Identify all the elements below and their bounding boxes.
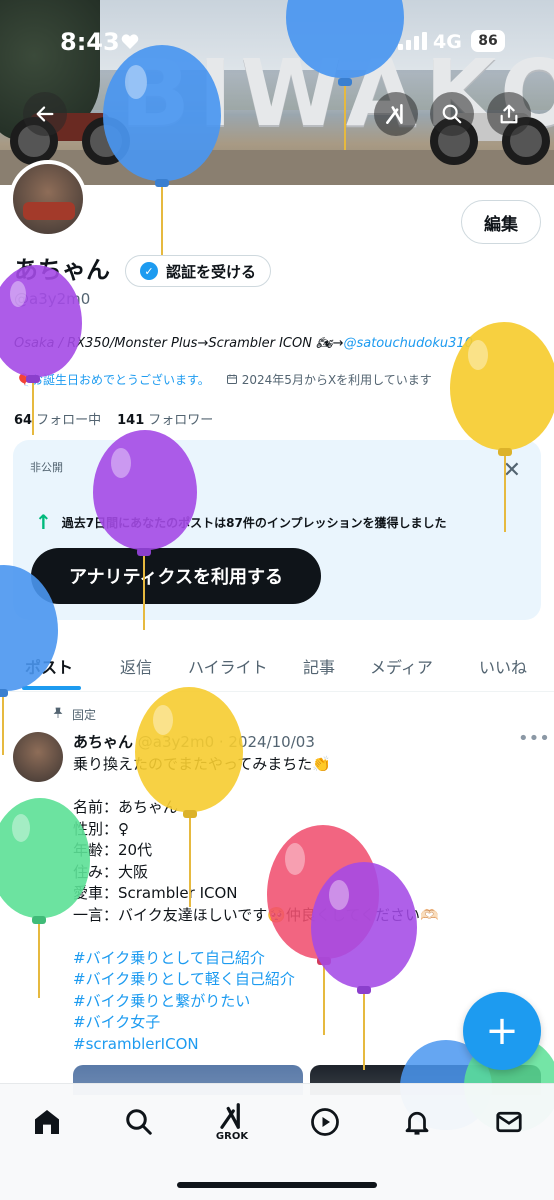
search-button[interactable] [430,92,474,136]
network-type: 4G [433,31,462,53]
use-analytics-button[interactable]: アナリティクスを利用する [31,548,321,604]
hashtag-link[interactable]: #バイク乗りとして自己紹介 [73,948,439,970]
post-line-comment: 一言：バイク友達ほしいです🥺仲良くしてください🫶🏻 [73,905,439,924]
verified-badge-icon: ✓ [140,262,158,280]
nav-home[interactable] [27,1102,67,1142]
tab-posts[interactable]: ポスト [25,640,73,692]
pinned-label: 固定 [72,708,97,722]
active-tab-indicator [22,686,81,690]
follow-stats: 64 フォロー中 141 フォロワー [14,409,213,428]
private-tag: 非公開 [30,461,63,474]
profile-avatar[interactable] [9,160,87,238]
home-icon [35,1110,59,1134]
battery-indicator: 86 [471,30,505,52]
post-line-location: 住み：大阪 [73,862,149,881]
profile-tabs: ポスト 返信 ハイライト 記事 メディア いいね [0,640,554,692]
status-time: 8:43 [60,28,120,56]
plus-icon: + [485,1008,519,1054]
grok-label: GROK [215,1130,249,1142]
nav-messages[interactable] [489,1102,529,1142]
arrow-up-icon: ↑ [35,510,52,534]
hashtag-link[interactable]: #バイク乗りとして軽く自己紹介 [73,969,439,991]
calendar-icon [226,374,237,384]
verify-label: 認証を受ける [166,262,257,281]
play-icon [311,1108,339,1136]
edit-profile-button[interactable]: 編集 [461,200,541,244]
home-indicator [177,1182,377,1188]
share-button[interactable] [487,92,531,136]
post-avatar[interactable] [13,732,63,782]
followers-link[interactable]: 141 フォロワー [117,409,213,428]
joined-text: 2024年5月からXを利用しています [241,373,432,387]
profile-meta: 🎈お誕生日おめでとうございます。 2024年5月からXを利用しています [16,371,432,388]
pinned-indicator: 固定 [52,706,96,723]
followers-label: フォロワー [148,413,214,428]
mail-icon [496,1111,522,1133]
post-body: 乗り換えたのでまたやってみまちた👏 名前：あちゃん 性別：♀ 年齢：20代 住み… [73,754,439,1055]
impressions-stat: ↑ 過去7日間にあなたのポストは87件のインプレッションを獲得しました [35,510,446,534]
birthday-info: 🎈お誕生日おめでとうございます。 [16,373,210,387]
search-icon [442,104,462,124]
hashtag-link[interactable]: #バイク女子 [73,1012,439,1034]
share-icon [500,104,518,124]
more-options-icon[interactable]: ••• [518,728,550,749]
close-icon[interactable]: ✕ [503,458,521,483]
tab-media[interactable]: メディア [370,640,433,692]
joined-info: 2024年5月からXを利用しています [226,371,432,388]
post-header: あちゃん @a3y2m0 · 2024/10/03 [73,731,315,752]
tab-articles[interactable]: 記事 [303,640,335,692]
following-label: フォロー中 [36,413,102,428]
back-arrow-icon [36,106,54,122]
post-line-1: 乗り換えたのでまたやってみまちた👏 [73,755,331,773]
grok-button[interactable] [374,92,418,136]
search-icon [126,1109,152,1135]
following-link[interactable]: 64 フォロー中 [14,409,101,428]
nav-video[interactable] [305,1102,345,1142]
impressions-text: 過去7日間にあなたのポストは87件のインプレッションを獲得しました [61,515,447,530]
following-count: 64 [14,413,33,428]
tab-replies[interactable]: 返信 [120,640,152,692]
post-line-gender: 性別：♀ [73,819,129,838]
back-button[interactable] [23,92,67,136]
bio-text: Osaka / RX350/Monster Plus→Scrambler ICO… [14,336,344,351]
followers-count: 141 [117,413,145,428]
analytics-card: 非公開 ✕ ↑ 過去7日間にあなたのポストは87件のインプレッションを獲得しまし… [13,440,541,620]
profile-bio: Osaka / RX350/Monster Plus→Scrambler ICO… [14,336,473,351]
post-handle-date: @a3y2m0 · 2024/10/03 [137,733,315,751]
pin-icon [53,707,63,718]
nav-grok[interactable]: GROK [212,1096,252,1146]
bio-mention-link[interactable]: @satouchudoku310 [343,336,472,351]
hashtag-link[interactable]: #バイク乗りと繋がりたい [73,991,439,1013]
compose-post-button[interactable]: + [463,992,541,1070]
grok-icon [386,104,403,124]
birthday-text: お誕生日おめでとうございます。 [30,373,210,387]
post-author[interactable]: あちゃん [73,733,133,751]
heart-icon [121,34,139,49]
nav-search[interactable] [119,1102,159,1142]
profile-name: あちゃん [14,256,110,284]
post-line-bike: 愛車：Scrambler ICON [73,884,238,902]
post-line-age: 年齢：20代 [73,841,153,859]
get-verified-button[interactable]: ✓ 認証を受ける [125,255,272,287]
post-line-name: 名前：あちゃん [73,798,179,816]
tab-likes[interactable]: いいね [479,640,527,692]
hashtag-link[interactable]: #scramblerICON [73,1034,439,1056]
status-bar: 8:43 4G 86 [0,0,554,84]
grok-icon [220,1102,240,1129]
nav-notifications[interactable] [397,1102,437,1142]
tab-highlights[interactable]: ハイライト [188,640,268,692]
profile-handle: @a3y2m0 [14,290,91,308]
bell-icon [405,1111,429,1135]
signal-icon [398,32,427,50]
